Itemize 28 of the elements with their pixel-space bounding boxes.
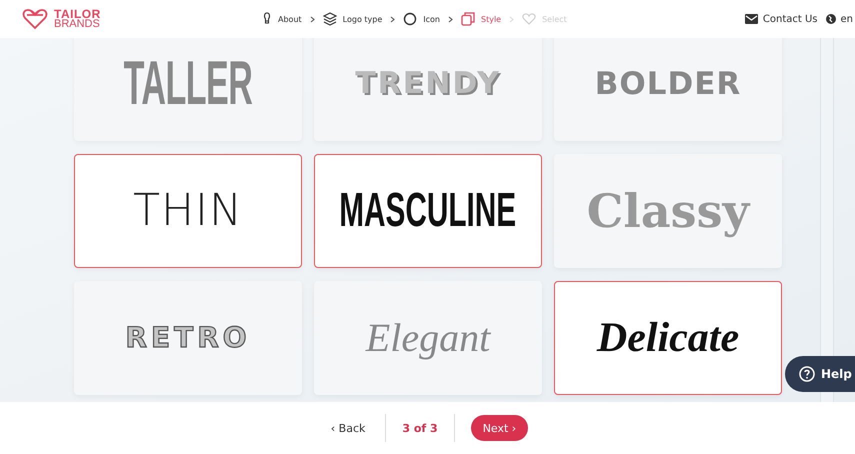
chevron-icon [310, 16, 315, 22]
step-link[interactable]: Style [461, 12, 502, 26]
squares-icon [461, 12, 475, 26]
bulb-icon [262, 12, 272, 26]
chevron-icon [390, 16, 396, 22]
back-button[interactable]: ‹ Back [326, 422, 370, 434]
style-option-card[interactable]: THIN [74, 154, 302, 268]
help-button[interactable]: Help [785, 356, 855, 392]
language-selector[interactable]: en [826, 14, 853, 24]
envelope-icon [744, 14, 758, 24]
step-link[interactable]: About [262, 12, 302, 26]
question-icon [799, 366, 815, 382]
style-option-card[interactable]: Delicate [554, 281, 782, 395]
step-counter: 3 of 3 [402, 422, 438, 434]
contact-link[interactable]: Contact Us [744, 14, 818, 24]
chevron-icon [509, 16, 514, 22]
brand-name: BRANDS [54, 19, 101, 29]
circle-icon [403, 12, 418, 26]
brand-name: TAILOR [54, 9, 101, 19]
style-option-card[interactable]: MASCULINE [314, 154, 542, 268]
step-link[interactable]: Icon [403, 12, 440, 26]
heart-icon [522, 12, 536, 26]
chevron-icon [448, 16, 453, 22]
step-link[interactable]: Logo type [322, 12, 382, 26]
next-button[interactable]: Next › [470, 415, 528, 441]
layers-icon [322, 12, 337, 26]
brand-logo[interactable]: TAILOR BRANDS [22, 8, 262, 30]
heart-logo-icon [22, 8, 48, 30]
